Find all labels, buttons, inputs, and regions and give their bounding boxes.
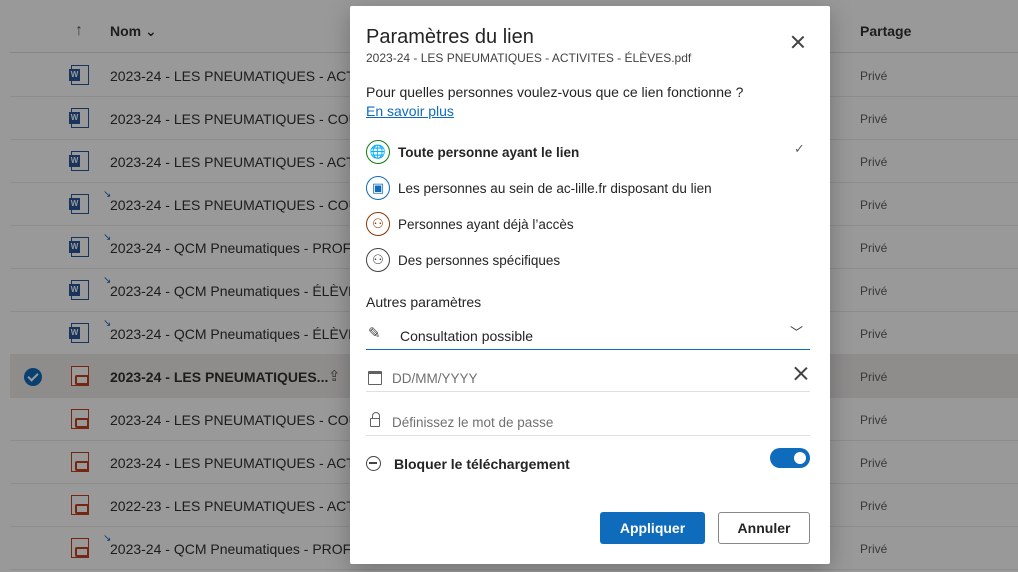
dialog-title: Paramètres du lien: [366, 26, 534, 48]
learn-more-link[interactable]: En savoir plus: [366, 103, 454, 119]
clear-date-icon[interactable]: [792, 365, 810, 383]
date-input[interactable]: [392, 367, 772, 389]
link-settings-dialog: Paramètres du lien 2023-24 - LES PNEUMAT…: [350, 6, 830, 564]
audience-question: Pour quelles personnes voulez-vous que c…: [366, 84, 744, 100]
block-icon: [366, 456, 381, 471]
calendar-icon[interactable]: [368, 371, 382, 385]
option-label: Personnes ayant déjà l’accès: [398, 217, 574, 232]
other-settings-heading: Autres paramètres: [366, 294, 482, 310]
expiration-date-field: [366, 362, 810, 392]
block-download-toggle[interactable]: [770, 448, 810, 468]
option-existing-access[interactable]: ⚇ Personnes ayant déjà l’accès: [366, 210, 814, 240]
people-lock-icon: ⚇: [366, 212, 390, 236]
option-label: Toute personne ayant le lien: [398, 145, 580, 160]
dialog-filename: 2023-24 - LES PNEUMATIQUES - ACTIVITES -…: [366, 51, 692, 65]
block-download-label: Bloquer le téléchargement: [394, 456, 570, 472]
option-anyone[interactable]: 🌐 Toute personne ayant le lien ✓: [366, 138, 814, 168]
people-icon: ⚇: [366, 248, 390, 272]
pencil-off-icon: ✎: [368, 325, 381, 342]
permission-value: Consultation possible: [400, 328, 534, 344]
password-field: [366, 406, 810, 436]
option-label: Les personnes au sein de ac-lille.fr dis…: [398, 181, 712, 196]
checkmark-icon: ✓: [794, 141, 805, 156]
option-label: Des personnes spécifiques: [398, 253, 561, 268]
option-organization[interactable]: ▣ Les personnes au sein de ac-lille.fr d…: [366, 174, 814, 204]
organization-icon: ▣: [366, 176, 390, 200]
chevron-down-icon: ﹀: [790, 325, 804, 340]
option-specific-people[interactable]: ⚇ Des personnes spécifiques: [366, 246, 814, 276]
permission-dropdown[interactable]: ✎ Consultation possible ﹀: [366, 318, 810, 350]
apply-button[interactable]: Appliquer: [600, 512, 705, 544]
close-icon[interactable]: [788, 32, 808, 52]
password-input[interactable]: [392, 411, 802, 433]
block-download-setting: Bloquer le téléchargement: [366, 448, 810, 478]
lock-icon: [370, 412, 380, 427]
globe-icon: 🌐: [366, 140, 390, 164]
cancel-button[interactable]: Annuler: [718, 512, 810, 544]
